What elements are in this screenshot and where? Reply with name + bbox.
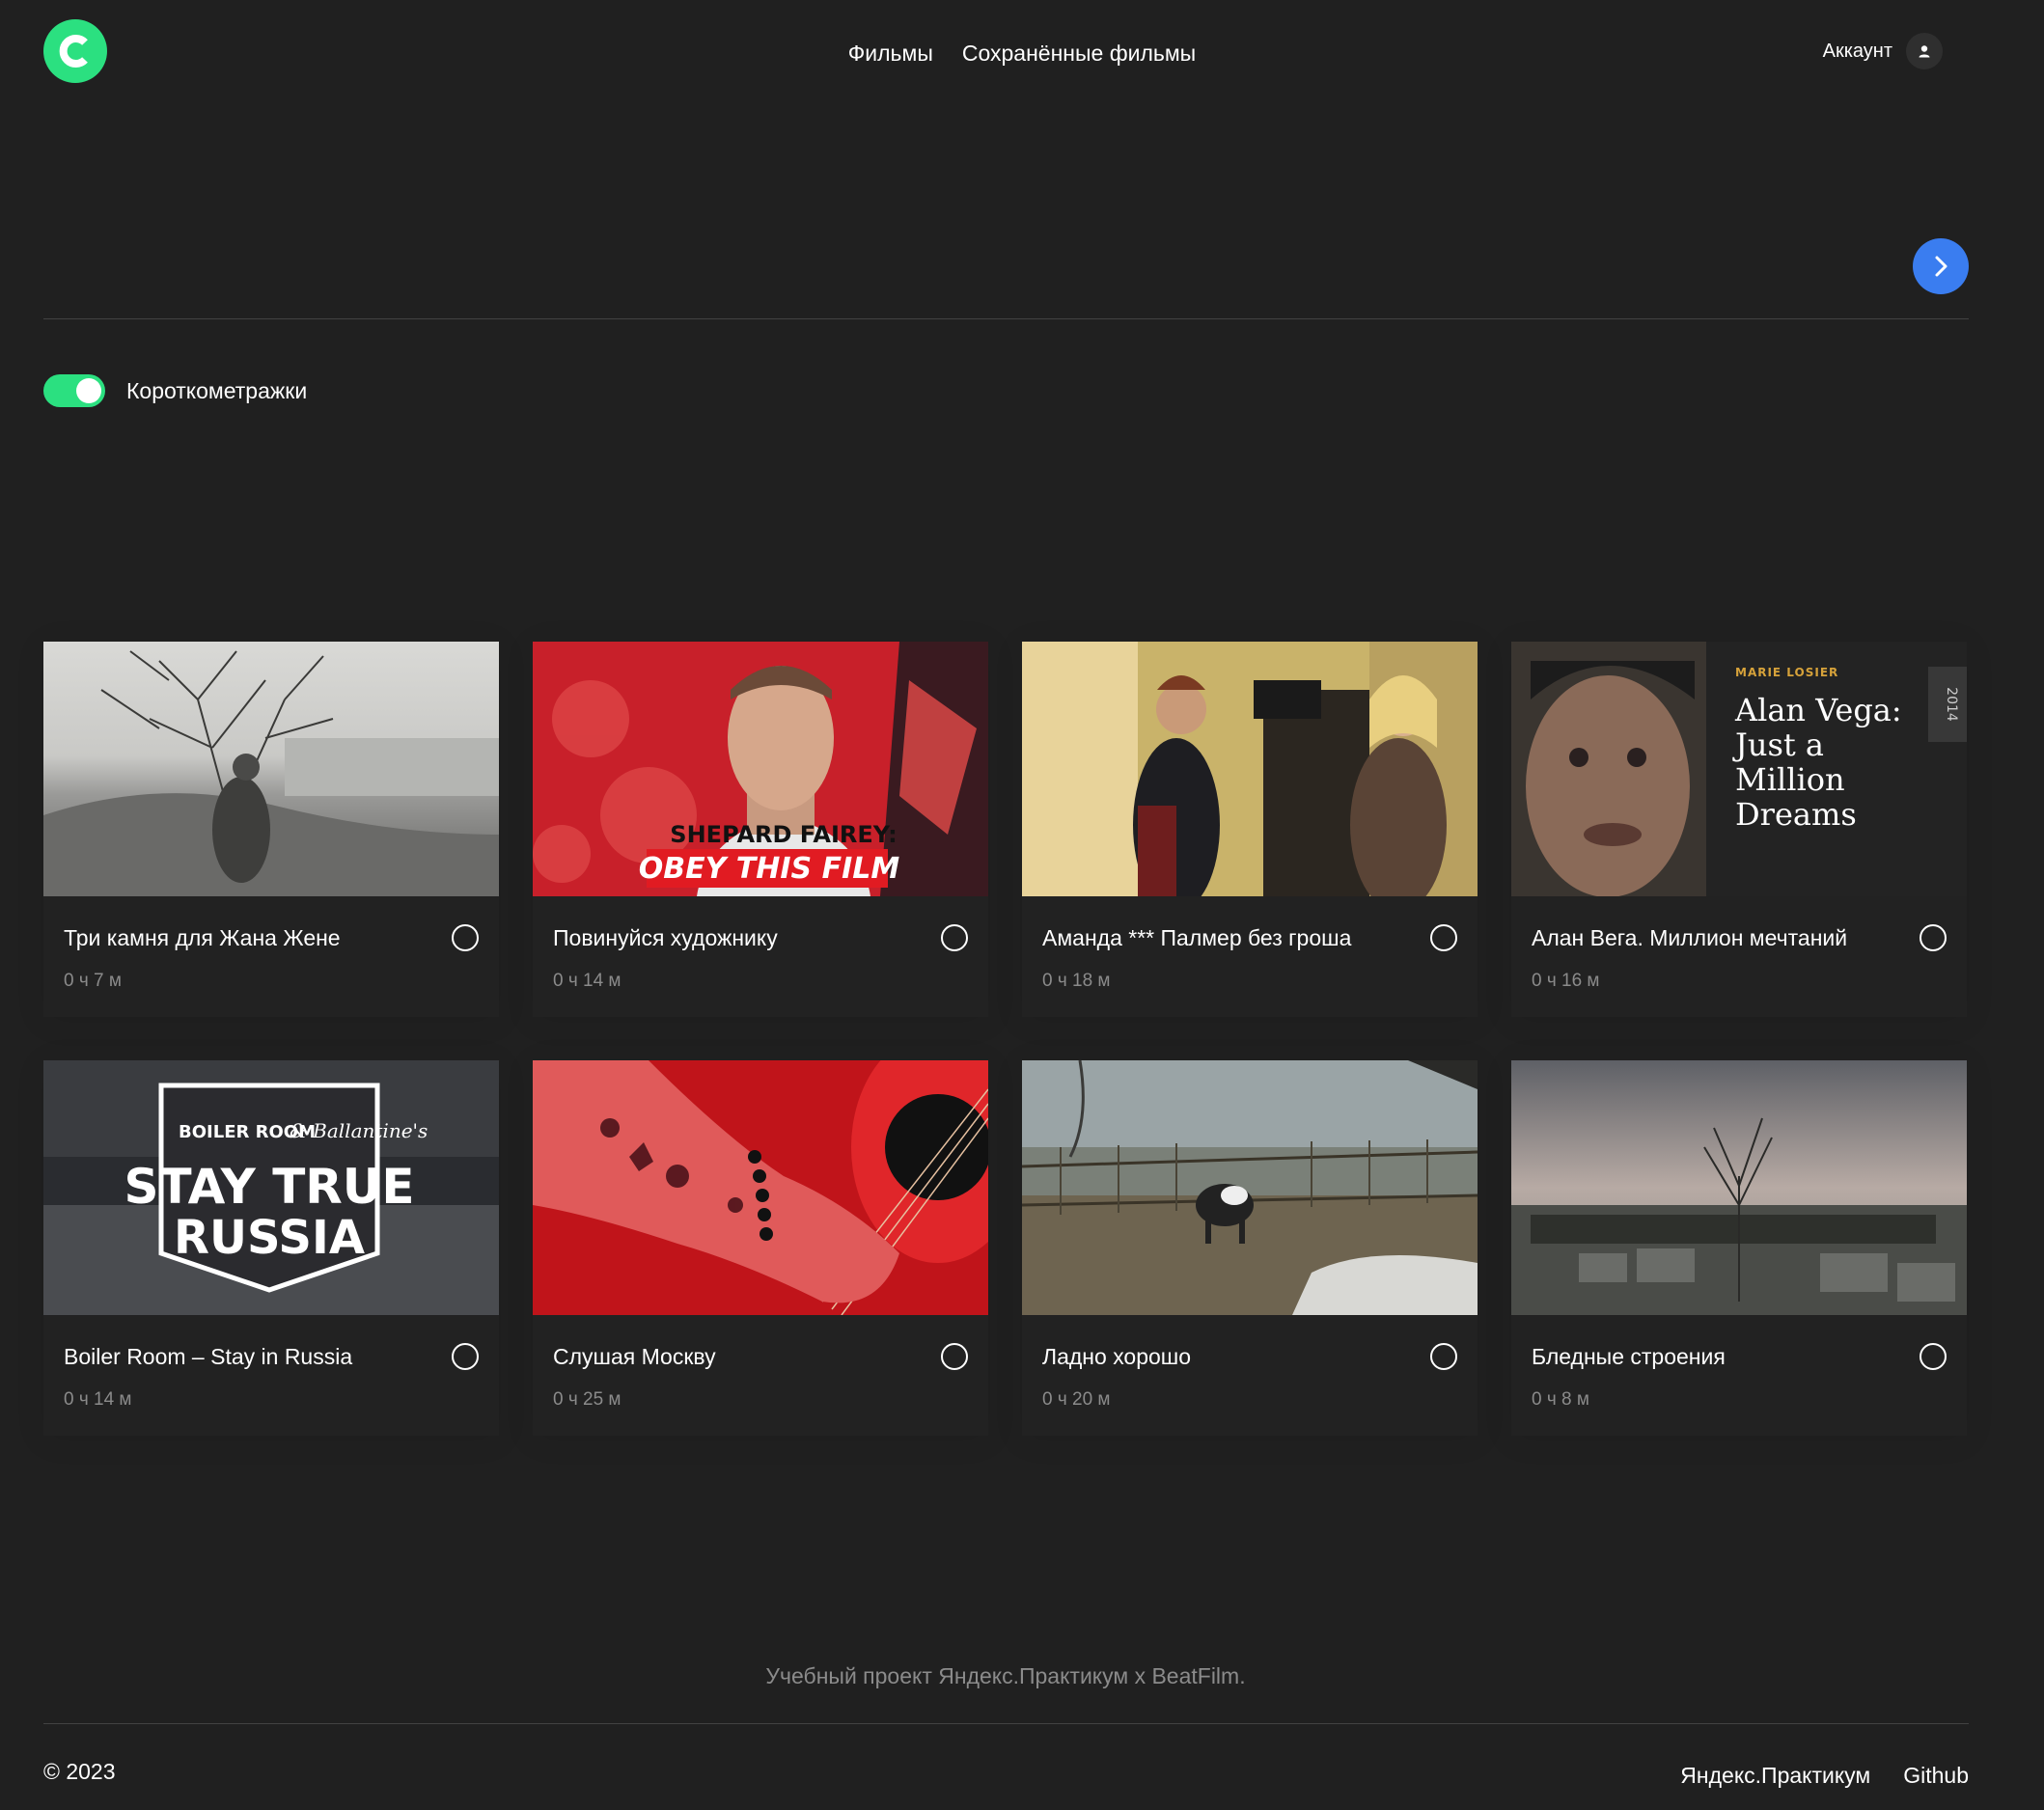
poster-line2: RUSSIA xyxy=(174,1211,365,1265)
movie-card: Слушая Москву 0 ч 25 м xyxy=(533,1060,988,1436)
nav-movies-link[interactable]: Фильмы xyxy=(848,41,933,67)
movie-card: MARIE LOSIER Alan Vega: Just a Million D… xyxy=(1511,642,1967,1017)
search-divider xyxy=(43,318,1969,319)
main-nav: Фильмы Сохранённые фильмы xyxy=(0,41,2044,67)
poster-line1: SHEPARD FAIREY: xyxy=(670,821,897,848)
movie-poster[interactable] xyxy=(1022,1060,1478,1315)
movie-duration: 0 ч 25 м xyxy=(553,1389,621,1410)
movie-card: Ладно хорошо 0 ч 20 м xyxy=(1022,1060,1478,1436)
movie-title: Ладно хорошо xyxy=(1042,1344,1192,1369)
save-movie-button[interactable] xyxy=(1430,924,1457,951)
movie-duration: 0 ч 14 м xyxy=(553,971,621,991)
movie-title: Повинуйся художнику xyxy=(553,925,778,950)
save-movie-button[interactable] xyxy=(1430,1343,1457,1370)
short-films-toggle[interactable] xyxy=(43,374,105,407)
movie-card: BOILER ROOM & Ballantine's STAY TRUE RUS… xyxy=(43,1060,499,1436)
movie-duration: 0 ч 7 м xyxy=(64,971,122,991)
save-movie-button[interactable] xyxy=(941,924,968,951)
footer-link-practicum[interactable]: Яндекс.Практикум xyxy=(1680,1763,1870,1789)
movie-duration: 0 ч 8 м xyxy=(1532,1389,1589,1410)
save-movie-button[interactable] xyxy=(452,924,479,951)
footer-divider xyxy=(43,1723,1969,1724)
movies-grid: Три камня для Жана Жене 0 ч 7 м SHEPARD … xyxy=(43,642,1969,1436)
movie-title: Слушая Москву xyxy=(553,1344,716,1369)
movie-card: Бледные строения 0 ч 8 м xyxy=(1511,1060,1967,1436)
movie-card: Три камня для Жана Жене 0 ч 7 м xyxy=(43,642,499,1017)
poster-title-line-2: Just a xyxy=(1732,727,1824,763)
movie-poster[interactable] xyxy=(533,1060,988,1315)
movie-poster[interactable]: SHEPARD FAIREY: OBEY THIS FILM xyxy=(533,642,988,896)
footer-note: Учебный проект Яндекс.Практикум х BeatFi… xyxy=(765,1663,1246,1688)
account-button[interactable]: Аккаунт xyxy=(1823,33,1943,69)
search-submit-button[interactable] xyxy=(1913,238,1969,294)
movie-title: Три камня для Жана Жене xyxy=(64,925,341,950)
save-movie-button[interactable] xyxy=(1920,924,1947,951)
account-label: Аккаунт xyxy=(1822,40,1892,62)
save-movie-button[interactable] xyxy=(452,1343,479,1370)
movie-title: Аманда *** Палмер без гроша xyxy=(1042,925,1352,950)
footer-links: Яндекс.Практикум Github xyxy=(1680,1763,1969,1789)
movie-title: Алан Вега. Миллион мечтаний xyxy=(1532,925,1848,950)
poster-line1: STAY TRUE xyxy=(124,1159,414,1215)
toggle-knob xyxy=(76,378,101,403)
poster-title-line-4: Dreams xyxy=(1735,796,1857,833)
movie-title: Бледные строения xyxy=(1532,1344,1726,1369)
chevron-right-icon xyxy=(1935,256,1947,277)
movie-card: Аманда *** Палмер без гроша 0 ч 18 м xyxy=(1022,642,1478,1017)
movie-poster[interactable]: BOILER ROOM & Ballantine's STAY TRUE RUS… xyxy=(43,1060,499,1315)
movie-poster[interactable] xyxy=(43,642,499,896)
poster-year: 2014 xyxy=(1944,687,1959,722)
movie-poster[interactable]: MARIE LOSIER Alan Vega: Just a Million D… xyxy=(1511,642,1967,896)
footer-link-github[interactable]: Github xyxy=(1903,1763,1969,1789)
movie-duration: 0 ч 14 м xyxy=(64,1389,132,1410)
user-icon xyxy=(1906,33,1943,69)
page: Фильмы Сохранённые фильмы Аккаунт Коротк… xyxy=(0,0,2044,1810)
movie-duration: 0 ч 20 м xyxy=(1042,1389,1111,1410)
poster-title-line-1: Alan Vega: xyxy=(1734,692,1902,728)
save-movie-button[interactable] xyxy=(941,1343,968,1370)
nav-saved-movies-link[interactable]: Сохранённые фильмы xyxy=(962,41,1196,67)
poster-line2: OBEY THIS FILM xyxy=(639,852,900,886)
poster-title-line-3: Million xyxy=(1735,761,1845,798)
movie-title: Boiler Room – Stay in Russia xyxy=(64,1344,353,1369)
movie-duration: 0 ч 18 м xyxy=(1042,971,1111,991)
movie-poster[interactable] xyxy=(1511,1060,1967,1315)
short-films-label: Короткометражки xyxy=(126,378,308,403)
movie-poster[interactable] xyxy=(1022,642,1478,896)
poster-director: MARIE LOSIER xyxy=(1735,666,1838,679)
copyright: © 2023 xyxy=(43,1759,116,1784)
poster-partner: & Ballantine's xyxy=(290,1119,428,1142)
movie-card: SHEPARD FAIREY: OBEY THIS FILM Повинуйся… xyxy=(533,642,988,1017)
save-movie-button[interactable] xyxy=(1920,1343,1947,1370)
movie-duration: 0 ч 16 м xyxy=(1532,971,1600,991)
